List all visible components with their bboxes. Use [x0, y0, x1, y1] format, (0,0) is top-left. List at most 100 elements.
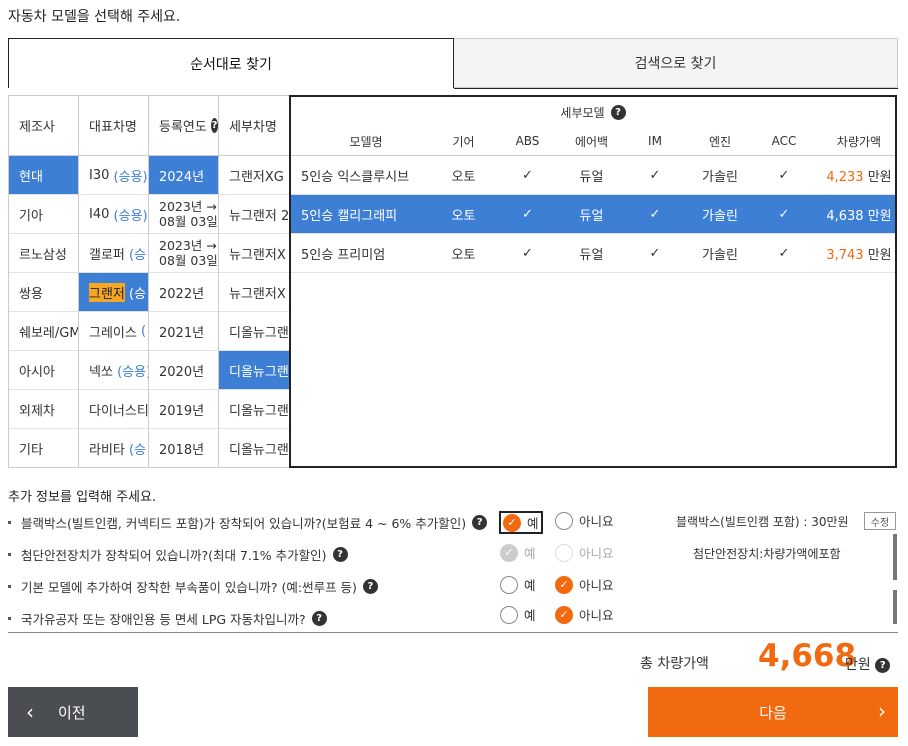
- maker-item[interactable]: 현대: [9, 156, 78, 195]
- col-header: ACC: [771, 134, 797, 148]
- price: 4,638 만원: [826, 208, 892, 224]
- radio-label: 아니요: [579, 514, 614, 529]
- total-value: 4,668: [758, 638, 857, 674]
- detail-model-panel: 세부모델? 모델명 기어 ABS 에어백 IM 엔진 ACC 차량가액 5인승 …: [289, 95, 897, 468]
- selection-grid: 제조사 현대 기아 르노삼성 쌍용 쉐보레/GM 아시아 외제차 기타 대표차명…: [8, 95, 290, 468]
- maker-item[interactable]: 외제차: [9, 390, 78, 429]
- next-label: 다음: [759, 703, 787, 722]
- detail-model-row[interactable]: 5인승 프리미엄 오토 ✓ 듀얼 ✓ 가솔린 ✓ 3,743 만원: [291, 234, 895, 273]
- detail-name-item[interactable]: 디올뉴그랜: [219, 429, 290, 467]
- detail-name-item[interactable]: 뉴그랜저X: [219, 273, 290, 312]
- safety-no-radio[interactable]: 아니요: [555, 543, 614, 562]
- year-item[interactable]: 2023년 → 08월 03일: [149, 234, 218, 273]
- maker-item[interactable]: 르노삼성: [9, 234, 78, 273]
- col-header: 차량가액: [836, 134, 882, 149]
- model-item[interactable]: 갤로퍼 (승: [79, 234, 148, 273]
- year-item[interactable]: 2019년: [149, 390, 218, 429]
- detail-name-item[interactable]: 뉴그랜저X: [219, 234, 290, 273]
- model-name: 5인승 익스클루시브: [301, 169, 410, 185]
- chevron-left-icon: ‹: [26, 700, 34, 724]
- radio-label: 예: [524, 546, 536, 561]
- maker-item[interactable]: 기아: [9, 195, 78, 234]
- year-item[interactable]: 2024년: [149, 156, 218, 195]
- tab-sequential[interactable]: 순서대로 찾기: [8, 38, 454, 88]
- extra-info-heading: 추가 정보를 입력해 주세요.: [8, 490, 157, 505]
- question-lpg: 국가유공자 또는 장애인용 등 면세 LPG 자동차입니까? ?: [8, 605, 327, 631]
- detail-name-item[interactable]: 그랜저XG: [219, 156, 290, 195]
- help-icon[interactable]: ?: [332, 546, 348, 562]
- bullet: [8, 616, 11, 620]
- next-button[interactable]: 다음 ›: [648, 687, 898, 737]
- safety-summary: 첨단안전장치:차량가액에포함: [693, 547, 841, 561]
- accessories-yes-radio[interactable]: 예: [500, 575, 536, 594]
- detail-name-item[interactable]: 디올뉴그랜: [219, 312, 290, 351]
- model-item[interactable]: 라비타 (승: [79, 429, 148, 467]
- checkmark-icon: ✓: [500, 543, 518, 562]
- check-icon: ✓: [649, 245, 661, 261]
- maker-item[interactable]: 기타: [9, 429, 78, 467]
- lpg-yes-radio[interactable]: 예: [500, 605, 536, 624]
- radio-label: 아니요: [579, 608, 614, 623]
- model-name: 5인승 프리미엄: [301, 247, 386, 263]
- col-header: IM: [648, 134, 662, 148]
- detail-model-row[interactable]: 5인승 캘리그래피 오토 ✓ 듀얼 ✓ 가솔린 ✓ 4,638 만원: [291, 195, 895, 234]
- question-text: 기본 모델에 추가하여 장착한 부속품이 있습니까? (예:썬루프 등): [21, 579, 357, 595]
- maker-item[interactable]: 아시아: [9, 351, 78, 390]
- help-icon[interactable]: ?: [472, 514, 488, 530]
- radio-circle: [500, 605, 518, 624]
- blackbox-yes-radio[interactable]: ✓ 예: [499, 511, 543, 534]
- tab-search[interactable]: 검색으로 찾기: [454, 38, 898, 88]
- check-icon: ✓: [778, 167, 790, 183]
- model-item[interactable]: 그레이스 (: [79, 312, 148, 351]
- year-item[interactable]: 2020년: [149, 351, 218, 390]
- accessories-no-radio[interactable]: ✓ 아니요: [555, 575, 614, 594]
- year-item[interactable]: 2022년: [149, 273, 218, 312]
- detail-name-item[interactable]: 디올뉴그랜: [219, 390, 290, 429]
- question-accessories: 기본 모델에 추가하여 장착한 부속품이 있습니까? (예:썬루프 등) ?: [8, 573, 378, 599]
- help-icon[interactable]: ?: [362, 578, 378, 594]
- tab-divider: [454, 88, 898, 89]
- model-item[interactable]: 다이너스티: [79, 390, 148, 429]
- scrollbar-thumb[interactable]: [893, 534, 897, 580]
- detail-name-item[interactable]: 디올뉴그랜: [219, 351, 290, 390]
- bullet: [8, 584, 11, 588]
- check-icon: ✓: [778, 206, 790, 222]
- model-item[interactable]: I40 (승용): [79, 195, 148, 234]
- blackbox-no-radio[interactable]: 아니요: [555, 511, 614, 530]
- detail-name-column: 세부차명 그랜저XG 뉴그랜저 2 뉴그랜저X 뉴그랜저X 디올뉴그랜 디올뉴그…: [219, 96, 290, 467]
- detail-model-row[interactable]: 5인승 익스클루시브 오토 ✓ 듀얼 ✓ 가솔린 ✓ 4,233 만원: [291, 156, 895, 195]
- help-icon[interactable]: ?: [311, 610, 327, 626]
- detail-table-header: 모델명 기어 ABS 에어백 IM 엔진 ACC 차량가액: [291, 127, 895, 156]
- checkmark-icon: ✓: [503, 513, 521, 532]
- price: 4,233 만원: [826, 169, 892, 185]
- year-column: 등록연도 ? 2024년 2023년 → 08월 03일 2023년 → 08월 0…: [149, 96, 219, 467]
- edit-button[interactable]: 수정: [864, 512, 896, 530]
- total-unit: 만원 ?: [845, 654, 891, 674]
- question-text: 첨단안전장치가 장착되어 있습니까?(최대 7.1% 추가할인): [21, 547, 327, 563]
- airbag: 듀얼: [579, 169, 604, 185]
- help-icon[interactable]: ?: [875, 657, 891, 673]
- year-item[interactable]: 2021년: [149, 312, 218, 351]
- maker-item[interactable]: 쉐보레/GM: [9, 312, 78, 351]
- model-item[interactable]: 넥쏘 (승용): [79, 351, 148, 390]
- year-item[interactable]: 2018년: [149, 429, 218, 467]
- engine: 가솔린: [702, 169, 738, 185]
- divider: [8, 632, 898, 633]
- scrollbar-thumb[interactable]: [893, 590, 897, 624]
- col-header: 모델명: [349, 134, 383, 149]
- detail-name-item[interactable]: 뉴그랜저 2: [219, 195, 290, 234]
- safety-yes-radio[interactable]: ✓ 예: [500, 543, 536, 562]
- model-item[interactable]: 그랜저 (승: [79, 273, 148, 312]
- radio-label: 예: [524, 578, 536, 593]
- col-header: 기어: [452, 134, 475, 149]
- lpg-no-radio[interactable]: ✓ 아니요: [555, 605, 614, 624]
- prev-label: 이전: [58, 703, 86, 722]
- engine: 가솔린: [702, 208, 738, 224]
- airbag: 듀얼: [579, 208, 604, 224]
- maker-item[interactable]: 쌍용: [9, 273, 78, 312]
- model-item[interactable]: I30 (승용): [79, 156, 148, 195]
- year-item[interactable]: 2023년 → 08월 03일: [149, 195, 218, 234]
- help-icon[interactable]: ?: [610, 104, 626, 120]
- prev-button[interactable]: ‹ 이전: [8, 687, 138, 737]
- help-icon[interactable]: ?: [210, 118, 218, 133]
